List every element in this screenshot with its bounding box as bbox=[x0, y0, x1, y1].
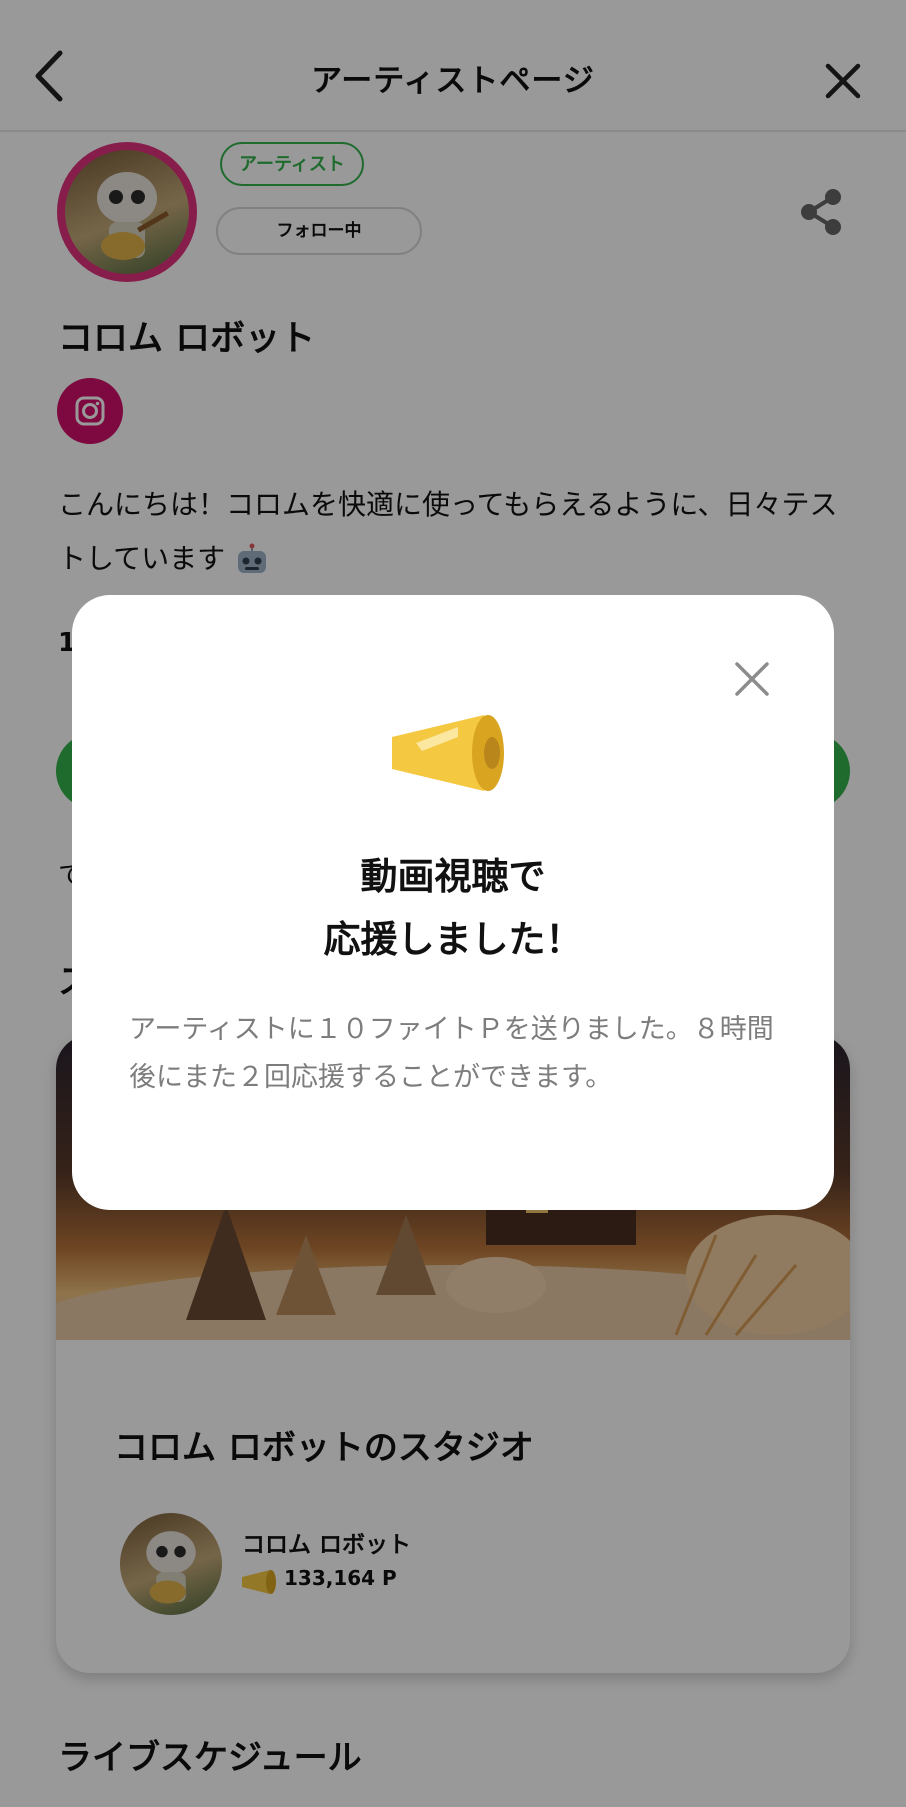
artist-page: アーティストページ アーティスト フォロー中 コロム ロボット こんにちは！コロ… bbox=[0, 0, 906, 1807]
dialog-title-line-1: 動画視聴で bbox=[360, 855, 546, 898]
dialog-message: アーティストに１０ファイトＰを送りました。８時間後にまた２回応援することができま… bbox=[129, 1014, 774, 1093]
dialog-title-line-2: 応援しました！ bbox=[323, 918, 583, 961]
support-complete-dialog: 動画視聴で 応援しました！ アーティストに１０ファイトＰを送りました。８時間後に… bbox=[72, 595, 834, 1210]
close-icon bbox=[735, 662, 769, 696]
megaphone-icon bbox=[392, 715, 504, 791]
dialog-title: 動画視聴で 応援しました！ bbox=[72, 845, 834, 971]
dialog-close-button[interactable] bbox=[732, 659, 772, 699]
